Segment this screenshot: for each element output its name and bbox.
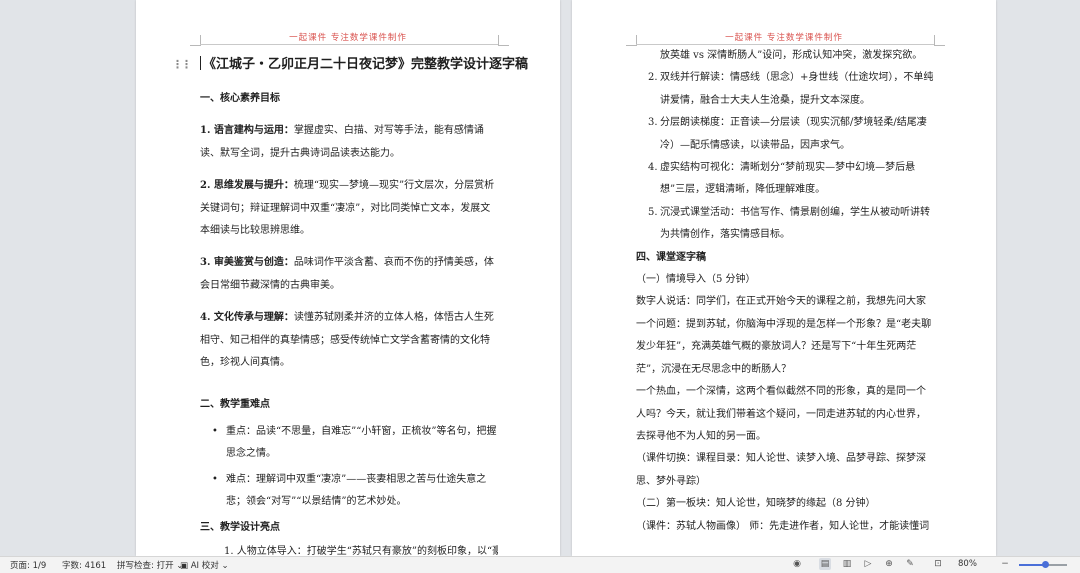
margin-corner-mark <box>498 35 509 46</box>
document-workspace: 一起课件 专注数学课件制作 ⋮⋮ 《江城子・乙卯正月二十日夜记梦》完整教学设计逐… <box>0 0 1080 556</box>
eye-protection-icon[interactable]: ◉ <box>791 558 803 570</box>
zoom-level[interactable]: 80% <box>958 559 977 569</box>
goal-label: 2. 思维发展与提升： <box>200 180 294 192</box>
list-item: 2. 双线并行解读：情感线（思念）+身世线（仕途坎坷），不单纯讲爱情，融合士大夫人… <box>636 67 934 112</box>
page-2-content[interactable]: 放英雄 vs 深情断肠人”设问，形成认知冲突，激发探究欲。 2. 双线并行解读：情… <box>636 45 934 538</box>
document-page-1[interactable]: 一起课件 专注数学课件制作 ⋮⋮ 《江城子・乙卯正月二十日夜记梦》完整教学设计逐… <box>136 0 560 556</box>
document-page-2[interactable]: 一起课件 专注数学课件制作 放英雄 vs 深情断肠人”设问，形成认知冲突，激发探… <box>572 0 996 556</box>
web-view-icon[interactable]: ⊕ <box>883 558 895 570</box>
highlight-list: 2. 双线并行解读：情感线（思念）+身世线（仕途坎坷），不单纯讲爱情，融合士大夫人… <box>636 67 934 246</box>
header-rule <box>200 44 498 45</box>
goal-paragraph: 1. 语言建构与运用：掌握虚实、白描、对写等手法，能有感情诵读、默写全词，提升古… <box>200 120 498 165</box>
list-continuation: 放英雄 vs 深情断肠人”设问，形成认知冲突，激发探究欲。 <box>660 50 923 61</box>
list-item-text: 分层朗读梯度：正音读—分层读（现实沉郁/梦境轻柔/结尾凄冷）—配乐情感读，以读带… <box>660 117 927 151</box>
goal-paragraph: 4. 文化传承与理解：读懂苏轼刚柔并济的立体人格，体悟古人生死相守、知己相伴的真… <box>200 307 498 374</box>
list-item: 1. 人物立体导入：打破学生“苏轼只有豪放”的刻板印象，以“豪 <box>200 541 498 556</box>
ai-proofread-button[interactable]: ▣ AI 校对 ⌄ <box>180 559 229 571</box>
subheading: （一）情境导入（5 分钟） <box>636 274 756 286</box>
ai-proofread-icon: ▣ <box>180 561 189 571</box>
bullet-icon: • <box>212 425 218 437</box>
goal-label: 4. 文化传承与理解： <box>200 312 294 324</box>
section-heading: 二、教学重难点 <box>200 399 270 411</box>
body-paragraph: （课件切换：课程目录：知人论世、读梦入境、品梦寻踪、探梦深思、梦外寻踪） <box>636 453 926 487</box>
zoom-out-icon[interactable]: − <box>999 558 1011 570</box>
list-item-text: 难点：理解词中双重“凄凉”——丧妻相思之苦与仕途失意之悲；领会“对写”“以景结情… <box>226 473 487 508</box>
list-item: • 重点：品读“不思量，自难忘”“小轩窗，正梳妆”等名句，把握思念之情。 <box>200 421 498 466</box>
list-item-text: 沉浸式课堂活动：书信写作、情景剧创编，学生从被动听讲转为共情创作，落实情感目标。 <box>660 206 930 241</box>
bullet-icon: • <box>212 473 218 485</box>
text-cursor <box>200 56 201 70</box>
list-item-text: 双线并行解读：情感线（思念）+身世线（仕途坎坷），不单纯讲爱情，融合士大夫人生沧… <box>660 72 934 106</box>
keypoint-list: • 重点：品读“不思量，自难忘”“小轩窗，正梳妆”等名句，把握思念之情。 • 难点：… <box>200 421 498 514</box>
body-paragraph: 一个热血，一个深情，这两个看似截然不同的形象，真的是同一个人吗？今天，就让我们带… <box>636 386 926 442</box>
page-1-content[interactable]: ⋮⋮ 《江城子・乙卯正月二十日夜记梦》完整教学设计逐字稿 一、核心素养目标 1.… <box>172 50 528 556</box>
list-item: 5. 沉浸式课堂活动：书信写作、情景剧创编，学生从被动听讲转为共情创作，落实情感目… <box>636 202 934 247</box>
list-item: 4. 虚实结构可视化：清晰划分“梦前现实—梦中幻境—梦后悬想”三层，逻辑清晰，降低… <box>636 157 934 202</box>
spell-check-toggle[interactable]: 拼写检查: 打开 ⌄ <box>117 559 183 571</box>
list-number: 5. <box>648 206 658 218</box>
section-heading: 四、课堂逐字稿 <box>636 251 706 263</box>
list-item: • 难点：理解词中双重“凄凉”——丧妻相思之苦与仕途失意之悲；领会“对写”“以景结… <box>200 469 498 514</box>
section-heading: 三、教学设计亮点 <box>200 521 280 533</box>
fit-page-icon[interactable]: ⊡ <box>932 558 944 570</box>
zoom-slider[interactable] <box>1019 561 1067 568</box>
margin-corner-mark <box>934 35 945 46</box>
list-number: 2. <box>648 72 658 84</box>
goal-label: 1. 语言建构与运用： <box>200 125 294 137</box>
goal-label: 3. 审美鉴赏与创造： <box>200 257 294 269</box>
goal-paragraph: 3. 审美鉴赏与创造：品味词作平淡含蓄、哀而不伤的抒情美感，体会日常细节藏深情的… <box>200 252 498 297</box>
outline-view-icon[interactable]: ▥ <box>841 558 853 570</box>
play-icon[interactable]: ▷ <box>862 558 874 570</box>
word-count[interactable]: 字数: 4161 <box>62 559 106 571</box>
body-paragraph: 数字人说话：同学们，在正式开始今天的课程之前，我想先问大家一个问题：提到苏轼，你… <box>636 296 932 375</box>
list-number: 3. <box>648 117 658 129</box>
list-number: 4. <box>648 162 658 174</box>
drag-handle-icon[interactable]: ⋮⋮ <box>172 50 192 80</box>
zoom-slider-knob[interactable] <box>1042 561 1050 568</box>
pen-icon[interactable]: ✎ <box>904 558 916 570</box>
list-item-text: 1. 人物立体导入：打破学生“苏轼只有豪放”的刻板印象，以“豪 <box>224 545 498 556</box>
list-item-text: 重点：品读“不思量，自难忘”“小轩窗，正梳妆”等名句，把握思念之情。 <box>226 425 497 460</box>
subheading: （二）第一板块：知人论世，知晓梦的缘起（8 分钟） <box>636 498 876 510</box>
document-title[interactable]: ⋮⋮ 《江城子・乙卯正月二十日夜记梦》完整教学设计逐字稿 <box>172 50 528 80</box>
body-paragraph: （课件：苏轼人物画像） 师：先走进作者，知人论世，才能读懂词 <box>636 520 930 532</box>
document-title-text: 《江城子・乙卯正月二十日夜记梦》完整教学设计逐字稿 <box>203 57 529 72</box>
section-heading: 一、核心素养目标 <box>200 93 280 104</box>
list-item: 3. 分层朗读梯度：正音读—分层读（现实沉郁/梦境轻柔/结尾凄冷）—配乐情感读，以… <box>636 112 934 157</box>
page-view-icon[interactable]: ▤ <box>819 558 831 570</box>
status-bar: 页面: 1/9 字数: 4161 拼写检查: 打开 ⌄ ▣ AI 校对 ⌄ ◉ … <box>0 556 1080 573</box>
highlight-list: 1. 人物立体导入：打破学生“苏轼只有豪放”的刻板印象，以“豪 <box>200 541 498 556</box>
ai-proofread-label: AI 校对 ⌄ <box>190 561 229 571</box>
goal-paragraph: 2. 思维发展与提升：梳理“现实—梦境—现实”行文层次，分层赏析关键词句；辩证理… <box>200 175 498 242</box>
page-count[interactable]: 页面: 1/9 <box>10 559 46 571</box>
list-item-text: 虚实结构可视化：清晰划分“梦前现实—梦中幻境—梦后悬想”三层，逻辑清晰，降低理解… <box>660 162 916 196</box>
